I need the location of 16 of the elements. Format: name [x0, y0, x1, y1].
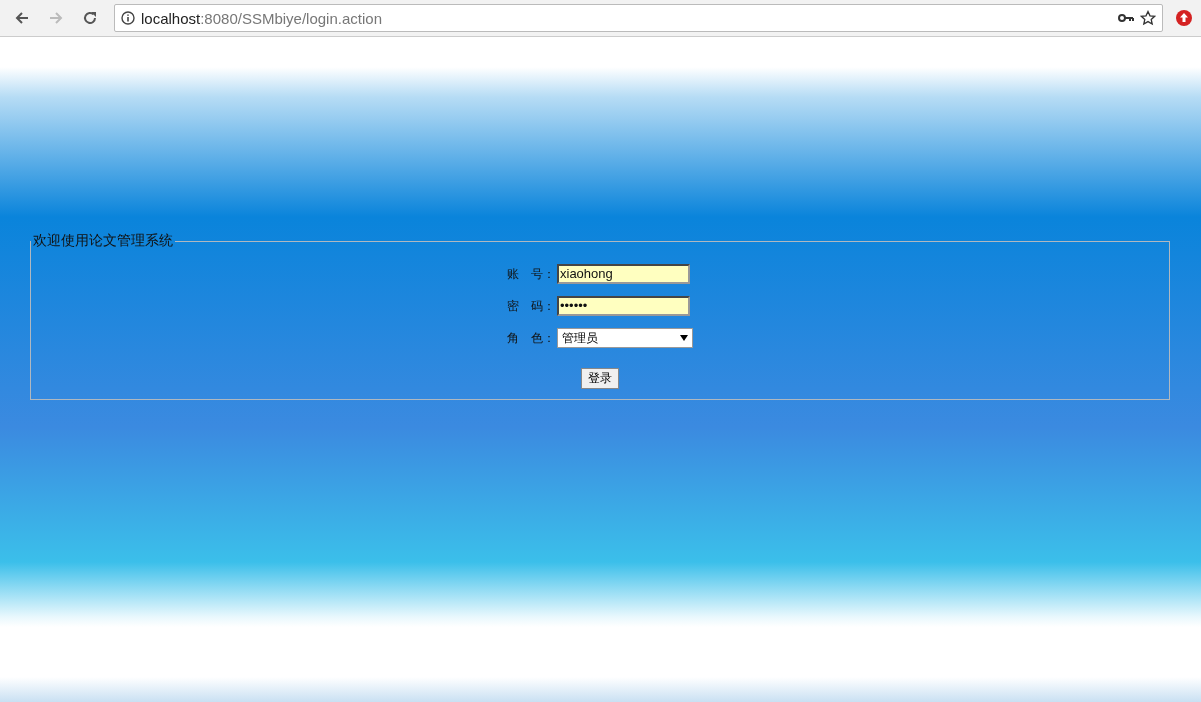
- address-bar[interactable]: localhost:8080/SSMbiye/login.action: [114, 4, 1163, 32]
- password-field[interactable]: ••••••: [557, 296, 690, 316]
- field-label: 账 号：: [507, 265, 553, 283]
- url-path: :8080/SSMbiye/login.action: [200, 9, 382, 27]
- panel-title: 欢迎使用论文管理系统: [32, 232, 174, 250]
- role-dropdown[interactable]: 管理员: [557, 328, 693, 348]
- star-icon[interactable]: [1140, 10, 1156, 26]
- login-button[interactable]: 登录: [581, 368, 619, 389]
- field-label: 角 色：: [507, 329, 553, 347]
- extension-icon[interactable]: [1175, 9, 1193, 27]
- username-field[interactable]: xiaohong: [557, 264, 690, 284]
- field-label: 密 码：: [507, 297, 553, 315]
- key-icon[interactable]: [1118, 13, 1134, 23]
- info-icon[interactable]: [121, 11, 135, 25]
- caret-icon: [680, 335, 688, 341]
- url-host: localhost: [141, 9, 201, 27]
